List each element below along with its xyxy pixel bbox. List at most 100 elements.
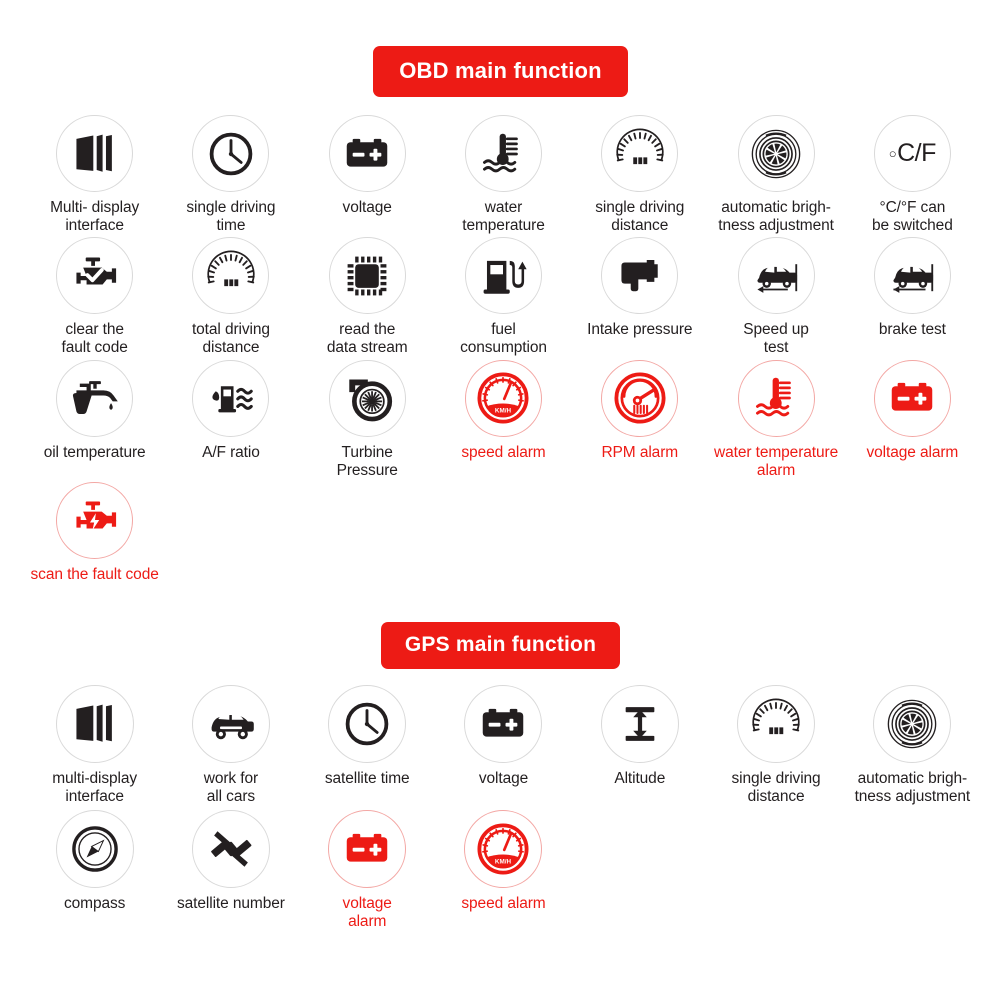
feature-label: °C/°F can be switched	[871, 199, 953, 235]
feature-label: single driving time	[186, 199, 276, 235]
speed-gauge-alarm-icon: KM/H	[464, 810, 543, 889]
feature-item: Turbine Pressure	[299, 359, 435, 480]
feature-item: scan the fault code	[27, 481, 163, 584]
speed-gauge-alarm-icon: KM/H	[464, 359, 542, 437]
feature-item: water temperature	[435, 115, 571, 235]
battery-icon	[328, 810, 407, 889]
feature-label: speed alarm	[461, 895, 546, 913]
feature-item: KM/H speed alarm	[435, 810, 571, 931]
feature-label: water temperature alarm	[714, 443, 839, 479]
engine-check-icon	[56, 237, 134, 315]
feature-item: Altitude	[572, 684, 708, 806]
feature-item: water temperature alarm	[708, 359, 844, 480]
multi-display-panels-icon	[55, 684, 134, 763]
feature-item: work for all cars	[163, 684, 299, 806]
feature-item: oil temperature	[27, 359, 163, 480]
feature-item: single driving distance	[708, 684, 844, 806]
intake-sensor-icon	[601, 237, 679, 315]
gps-section-header: GPS main function	[380, 621, 621, 669]
chip-icon	[328, 237, 406, 315]
feature-item: voltage	[299, 115, 435, 235]
fuel-air-waves-icon	[192, 359, 270, 437]
car-icon	[191, 684, 270, 763]
feature-label: speed alarm	[461, 443, 546, 461]
svg-text:KM/H: KM/H	[495, 407, 512, 414]
feature-label: satellite time	[324, 769, 410, 787]
feature-label: voltage alarm	[342, 895, 392, 931]
feature-label: Turbine Pressure	[336, 443, 398, 479]
feature-label: work for all cars	[203, 769, 259, 805]
feature-label: water temperature	[462, 199, 545, 235]
altitude-arrow-icon	[600, 684, 679, 763]
multi-display-panels-icon	[56, 115, 134, 192]
feature-item: Multi- display interface	[27, 115, 163, 235]
feature-item: ○ C/F °C/°F can be switched	[844, 115, 980, 235]
engine-scan-icon	[56, 481, 134, 559]
feature-label: multi-display interface	[52, 769, 138, 805]
feature-item: automatic brigh- tness adjustment	[708, 115, 844, 235]
feature-item: A/F ratio	[163, 359, 299, 480]
feature-item: voltage alarm	[299, 810, 435, 931]
gps-section-header-wrap: GPS main function	[0, 584, 1001, 669]
feature-item: clear the fault code	[27, 237, 163, 357]
feature-label: Intake pressure	[587, 321, 693, 339]
aperture-brightness-icon	[737, 115, 815, 192]
feature-item: read the data stream	[299, 237, 435, 357]
speedometer-odometer-icon	[601, 115, 679, 192]
water-thermometer-icon	[737, 359, 815, 437]
obd-section-header-wrap: OBD main function	[0, 0, 1001, 97]
feature-item: single driving distance	[572, 115, 708, 235]
feature-label: single driving distance	[595, 199, 685, 235]
water-thermometer-icon	[464, 115, 542, 192]
feature-label: Altitude	[614, 769, 666, 787]
feature-item: single driving time	[163, 115, 299, 235]
battery-icon	[464, 684, 543, 763]
feature-label: clear the fault code	[61, 321, 128, 357]
satellite-icon	[191, 810, 270, 889]
obd-feature-grid: Multi- display interface single driving t…	[21, 115, 981, 584]
rpm-gauge-alarm-icon	[601, 359, 679, 437]
feature-item: RPM alarm	[572, 359, 708, 480]
aperture-brightness-icon	[873, 684, 952, 763]
feature-label: fuel consumption	[460, 321, 547, 357]
oil-can-icon	[56, 359, 134, 437]
battery-icon	[328, 115, 406, 192]
feature-label: automatic brigh- tness adjustment	[854, 769, 971, 805]
feature-item: brake test	[844, 237, 980, 357]
feature-label: Speed up test	[743, 321, 809, 357]
feature-item: total driving distance	[163, 237, 299, 357]
feature-label: compass	[63, 895, 126, 913]
feature-label: read the data stream	[326, 321, 408, 357]
feature-item: Intake pressure	[572, 237, 708, 357]
feature-item: Speed up test	[708, 237, 844, 357]
feature-label: total driving distance	[191, 321, 270, 357]
obd-section-header: OBD main function	[373, 46, 628, 97]
clock-icon	[192, 115, 270, 192]
feature-label: voltage	[342, 199, 392, 216]
feature-item: compass	[27, 810, 163, 931]
speedometer-odometer-icon	[737, 684, 816, 763]
feature-item: satellite number	[163, 810, 299, 931]
speedometer-odometer-icon	[192, 237, 270, 315]
feature-label: RPM alarm	[601, 443, 679, 461]
fuel-pump-icon	[464, 237, 542, 315]
feature-item: automatic brigh- tness adjustment	[844, 684, 980, 806]
feature-item: voltage alarm	[844, 359, 980, 480]
car-accelerate-icon	[737, 237, 815, 315]
feature-label: automatic brigh- tness adjustment	[718, 199, 834, 235]
feature-label: voltage	[478, 769, 529, 787]
feature-item: satellite time	[299, 684, 435, 806]
feature-item: multi-display interface	[27, 684, 163, 806]
compass-icon	[55, 810, 134, 889]
clock-icon	[328, 684, 407, 763]
battery-icon	[873, 359, 951, 437]
turbine-icon	[328, 359, 406, 437]
feature-label: Multi- display interface	[50, 199, 140, 235]
feature-label: single driving distance	[731, 769, 821, 805]
feature-label: oil temperature	[43, 443, 146, 461]
feature-label: voltage alarm	[866, 443, 959, 461]
feature-label: A/F ratio	[202, 443, 260, 461]
feature-item: fuel consumption	[435, 237, 571, 357]
feature-label: scan the fault code	[30, 565, 159, 583]
feature-infographic: OBD main function Multi- display interfa…	[0, 0, 1001, 1001]
